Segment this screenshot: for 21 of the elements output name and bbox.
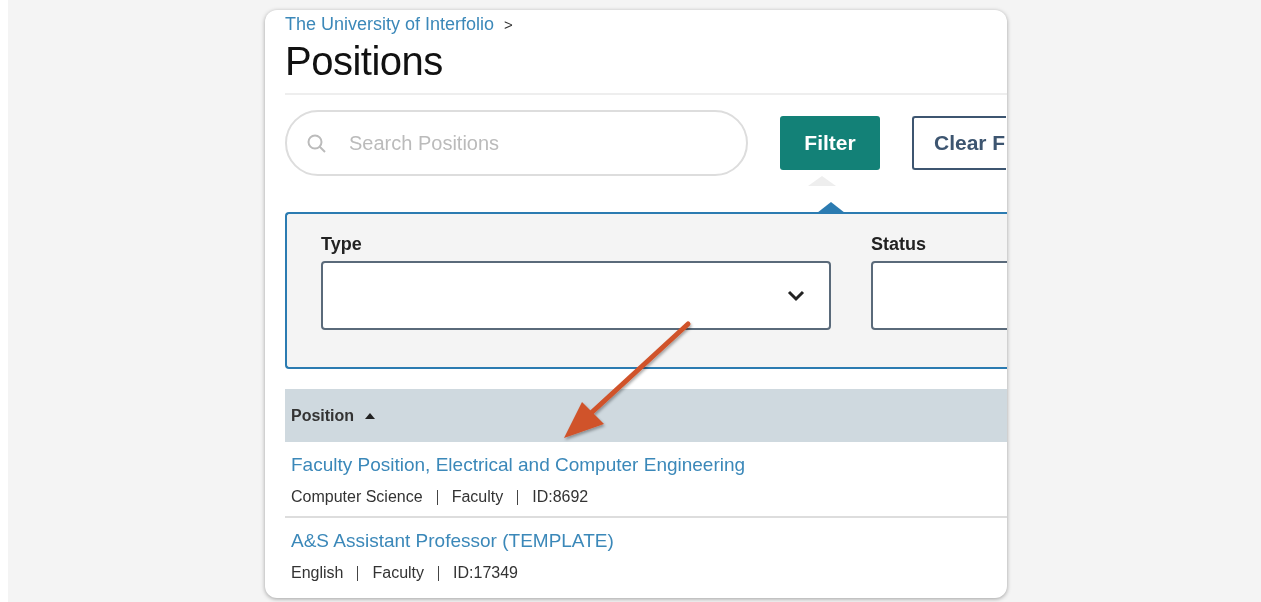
breadcrumb-link[interactable]: The University of Interfolio — [285, 13, 495, 35]
page-title: Positions — [285, 39, 444, 85]
field-label: Type — [321, 234, 363, 254]
breadcrumb-separator: > — [504, 15, 513, 33]
position-detail: Faculty — [451, 488, 504, 506]
dropdown-field[interactable] — [321, 261, 831, 330]
field-label: Status — [871, 234, 927, 254]
position-detail: ID:17349 — [453, 564, 518, 582]
position-link[interactable]: Faculty Position, Electrical and Computer Engineering — [291, 454, 1007, 478]
filter-button[interactable]: Filter — [780, 116, 880, 170]
sort-caret-icon[interactable] — [364, 411, 377, 420]
position-detail: English — [291, 564, 344, 582]
search-field[interactable]: Search Positions — [285, 110, 748, 176]
column-header[interactable]: Position — [291, 406, 355, 425]
chevron-down-icon — [787, 289, 805, 302]
position-detail: Computer Science — [291, 488, 423, 506]
position-detail: Faculty — [372, 564, 425, 582]
search-icon — [307, 134, 326, 153]
position-detail: ID:8692 — [532, 488, 589, 506]
clear-filters-button[interactable]: Clear F — [912, 116, 1006, 170]
position-link[interactable]: A&S Assistant Professor (TEMPLATE) — [291, 530, 1007, 554]
